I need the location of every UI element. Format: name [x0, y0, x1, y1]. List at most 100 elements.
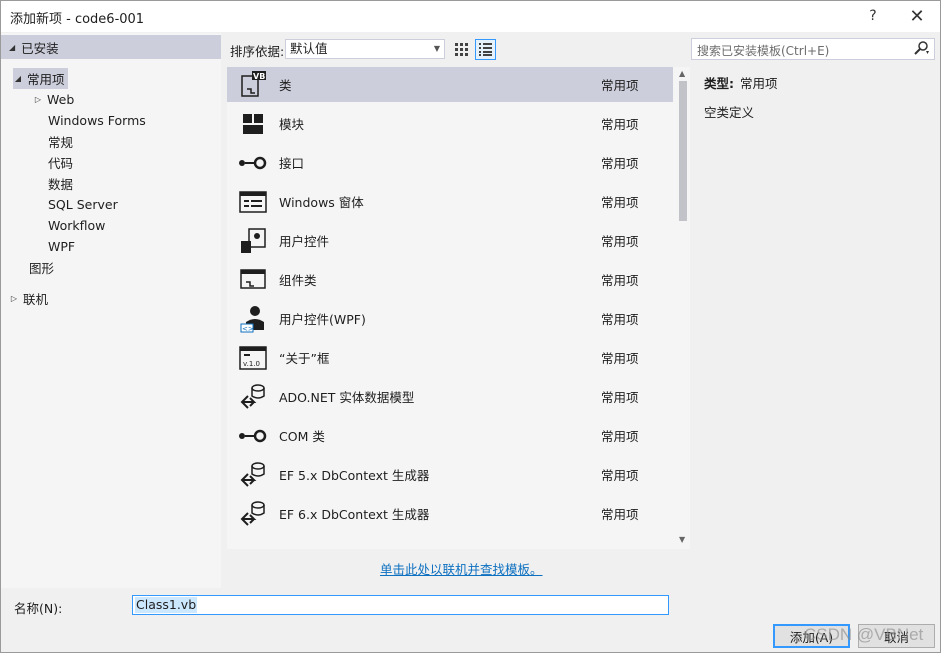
template-category: 常用项 — [601, 390, 639, 405]
small-icons-view-button[interactable] — [451, 39, 472, 60]
template-category: 常用项 — [601, 195, 639, 210]
template-row[interactable]: VB 类 常用项 — [227, 67, 673, 102]
template-category: 常用项 — [601, 468, 639, 483]
template-category: 常用项 — [601, 312, 639, 327]
collapsed-arrow-icon: ▷ — [34, 95, 42, 104]
template-name: 用户控件(WPF) — [279, 312, 366, 327]
installed-label: 已安装 — [21, 40, 59, 56]
template-category: 常用项 — [601, 273, 639, 288]
add-new-item-dialog: 添加新项 - code6-001 ? ✕ ◢ 已安装 ◢ 常用项 ▷ Web W… — [0, 0, 941, 653]
svg-text:v.1.0: v.1.0 — [243, 360, 260, 368]
template-category: 常用项 — [601, 234, 639, 249]
user-control-icon — [235, 225, 271, 257]
svg-text:VB: VB — [253, 72, 265, 81]
tree-item-label: 代码 — [48, 156, 74, 171]
online-search-link[interactable]: 单击此处以联机并查找模板。 — [380, 559, 543, 578]
template-row[interactable]: Windows 窗体 常用项 — [227, 184, 673, 219]
name-value[interactable]: Class1.vb — [135, 597, 198, 613]
svg-text:<>: <> — [242, 325, 254, 333]
name-label: 名称(N): — [14, 601, 63, 616]
template-row-partial[interactable]: JS — [227, 535, 673, 550]
template-name: ADO.NET 实体数据模型 — [279, 390, 415, 405]
tree-item-data[interactable]: 数据 — [48, 173, 73, 194]
type-label: 类型: — [704, 76, 734, 91]
tree-header-installed[interactable]: ◢ 已安装 — [1, 35, 221, 59]
template-row[interactable]: 接口 常用项 — [227, 145, 673, 180]
tree-item-label: 常规 — [48, 135, 74, 150]
search-box[interactable]: 搜索已安装模板(Ctrl+E) ▾ — [691, 38, 935, 60]
component-class-icon — [235, 264, 271, 296]
svg-text:▾: ▾ — [926, 49, 929, 55]
entity-model-icon — [235, 381, 271, 413]
template-name: EF 6.x DbContext 生成器 — [279, 507, 430, 522]
tree-item-label: WPF — [48, 239, 76, 254]
template-row[interactable]: EF 6.x DbContext 生成器 常用项 — [227, 496, 673, 531]
template-category: 常用项 — [601, 429, 639, 444]
template-name: 用户控件 — [279, 234, 330, 249]
tree-item-label: 图形 — [29, 261, 55, 276]
windows-form-icon — [235, 186, 271, 218]
template-name: COM 类 — [279, 429, 325, 444]
template-description: 空类定义 — [704, 105, 755, 120]
sort-toolbar: 排序依据: 默认值 ▼ — [223, 33, 689, 65]
interface-icon — [235, 147, 271, 179]
tree-item-label: 常用项 — [27, 72, 65, 87]
template-row[interactable]: ADO.NET 实体数据模型 常用项 — [227, 379, 673, 414]
tree-item-code[interactable]: 代码 — [48, 152, 73, 173]
list-view-icon — [479, 43, 492, 56]
scroll-up-icon[interactable]: ▲ — [679, 69, 685, 78]
tree-item-general[interactable]: 常规 — [48, 131, 73, 152]
template-row[interactable]: COM 类 常用项 — [227, 418, 673, 453]
sort-select[interactable]: 默认值 ▼ — [285, 39, 445, 59]
template-list-scrollbar[interactable]: ▲ ▼ — [676, 67, 690, 549]
dbcontext-icon — [235, 498, 271, 530]
template-category: 常用项 — [601, 78, 639, 93]
tree-item-label: Windows Forms — [48, 113, 146, 128]
dbcontext-icon — [235, 459, 271, 491]
template-row[interactable]: 模块 常用项 — [227, 106, 673, 141]
chevron-down-icon: ▼ — [433, 44, 440, 53]
tree-item-label: Web — [47, 92, 75, 107]
list-view-button[interactable] — [475, 39, 496, 60]
template-row[interactable]: <> 用户控件(WPF) 常用项 — [227, 301, 673, 336]
template-name: 类 — [279, 78, 292, 93]
template-row[interactable]: v.1.0 “关于”框 常用项 — [227, 340, 673, 375]
tree-item-label: 数据 — [48, 177, 74, 192]
help-button[interactable]: ? — [855, 4, 891, 28]
tree-item-online[interactable]: ▷ 联机 — [9, 288, 48, 309]
expanded-arrow-icon: ◢ — [14, 74, 22, 83]
template-row[interactable]: EF 5.x DbContext 生成器 常用项 — [227, 457, 673, 492]
grid-view-icon — [455, 43, 468, 56]
tree-item-label: 联机 — [23, 292, 49, 307]
template-category: 常用项 — [601, 507, 639, 522]
window-title: 添加新项 - code6-001 — [10, 12, 145, 27]
tree-item-graphics[interactable]: 图形 — [29, 257, 54, 278]
template-category: 常用项 — [601, 156, 639, 171]
close-button[interactable]: ✕ — [899, 4, 935, 28]
collapsed-arrow-icon: ▷ — [10, 294, 18, 303]
svg-text:JS: JS — [253, 549, 263, 550]
template-row[interactable]: 组件类 常用项 — [227, 262, 673, 297]
about-box-icon: v.1.0 — [235, 342, 271, 374]
tree-item-web[interactable]: ▷ Web — [33, 89, 74, 110]
template-name: “关于”框 — [279, 351, 330, 366]
collapse-arrow-icon: ◢ — [9, 42, 16, 52]
template-row[interactable]: 用户控件 常用项 — [227, 223, 673, 258]
scroll-down-icon[interactable]: ▼ — [679, 535, 685, 544]
template-name: 接口 — [279, 156, 305, 171]
tree-item-sql-server[interactable]: SQL Server — [48, 194, 118, 215]
search-input[interactable]: 搜索已安装模板(Ctrl+E) — [697, 42, 829, 59]
tree-item-common[interactable]: ◢ 常用项 — [13, 68, 68, 89]
com-class-icon — [235, 420, 271, 452]
template-name: 组件类 — [279, 273, 317, 288]
name-field[interactable]: Class1.vb — [132, 595, 669, 615]
tree-item-workflow[interactable]: Workflow — [48, 215, 105, 236]
tree-item-wpf[interactable]: WPF — [48, 236, 75, 257]
vb-class-icon: VB — [235, 69, 271, 101]
template-name: 模块 — [279, 117, 305, 132]
search-icon[interactable]: ▾ — [914, 41, 930, 58]
sort-value: 默认值 — [290, 41, 328, 56]
tree-item-windows-forms[interactable]: Windows Forms — [48, 110, 146, 131]
scroll-thumb[interactable] — [679, 81, 687, 221]
tree-item-label: Workflow — [48, 218, 106, 233]
